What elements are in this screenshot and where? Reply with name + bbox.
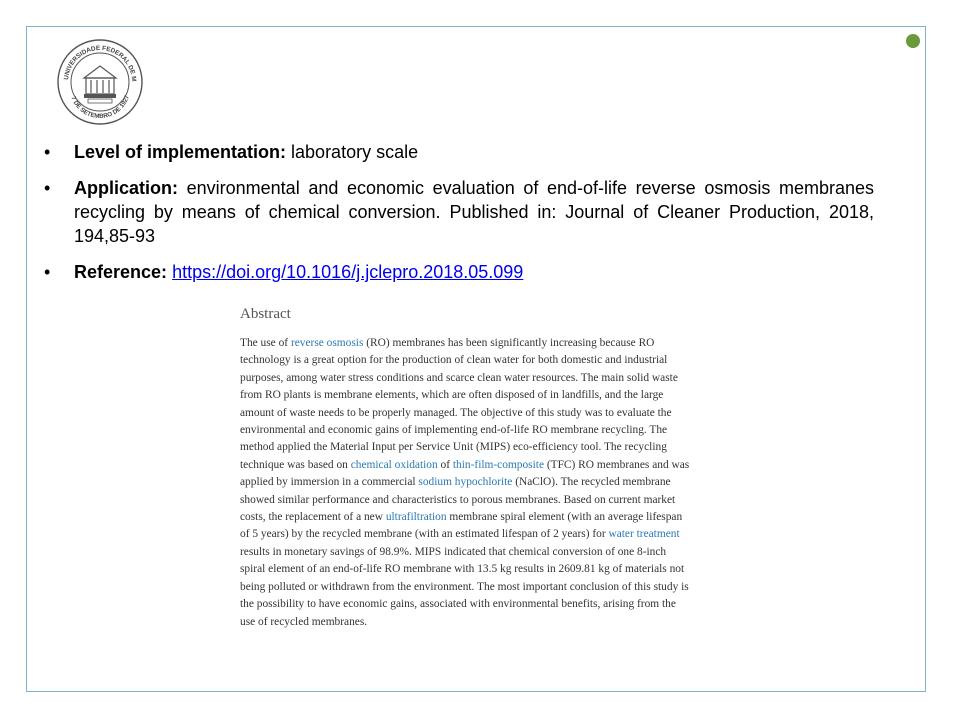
abstract-keyword-link[interactable]: sodium hypochlorite <box>418 476 512 488</box>
abstract-text-segment: The use of <box>240 337 291 349</box>
abstract-text-segment: of <box>437 458 453 471</box>
reference-label: Reference: <box>74 262 168 282</box>
application-label: Application: <box>74 178 178 198</box>
abstract-keyword-link[interactable]: water treatment <box>608 528 679 540</box>
doi-link[interactable]: https://doi.org/10.1016/j.jclepro.2018.0… <box>172 262 523 282</box>
bullet-application: • Application: environmental and economi… <box>44 178 874 246</box>
abstract-keyword-link[interactable]: chemical oxidation <box>351 459 438 471</box>
abstract-keyword-link[interactable]: reverse osmosis <box>291 337 363 349</box>
university-seal-logo: UNIVERSIDADE FEDERAL DE MINAS GERAIS 7 D… <box>56 38 143 125</box>
abstract-body: The use of reverse osmosis (RO) membrane… <box>240 335 690 631</box>
implementation-label: Level of implementation: <box>74 142 287 162</box>
bullet-reference: • Reference: https://doi.org/10.1016/j.j… <box>44 262 524 282</box>
abstract-keyword-link[interactable]: thin-film-composite <box>453 459 544 471</box>
application-value: environmental and economic evaluation of… <box>74 178 874 246</box>
svg-text:UNIVERSIDADE FEDERAL DE MINAS: UNIVERSIDADE FEDERAL DE MINAS GERAIS <box>56 38 137 82</box>
abstract-text-segment: (RO) membranes has been significantly in… <box>240 337 678 471</box>
bullet-implementation: • Level of implementation: laboratory sc… <box>44 142 419 162</box>
bullet-list: • Level of implementation: laboratory sc… <box>44 140 874 296</box>
implementation-value: laboratory scale <box>286 142 419 162</box>
abstract-heading: Abstract <box>240 306 291 322</box>
abstract-text-segment: results in monetary savings of 98.9%. MI… <box>240 545 689 628</box>
abstract-keyword-link[interactable]: ultrafiltration <box>386 511 447 523</box>
green-dot-marker <box>906 34 920 48</box>
abstract-image: Abstract The use of reverse osmosis (RO)… <box>240 306 690 631</box>
